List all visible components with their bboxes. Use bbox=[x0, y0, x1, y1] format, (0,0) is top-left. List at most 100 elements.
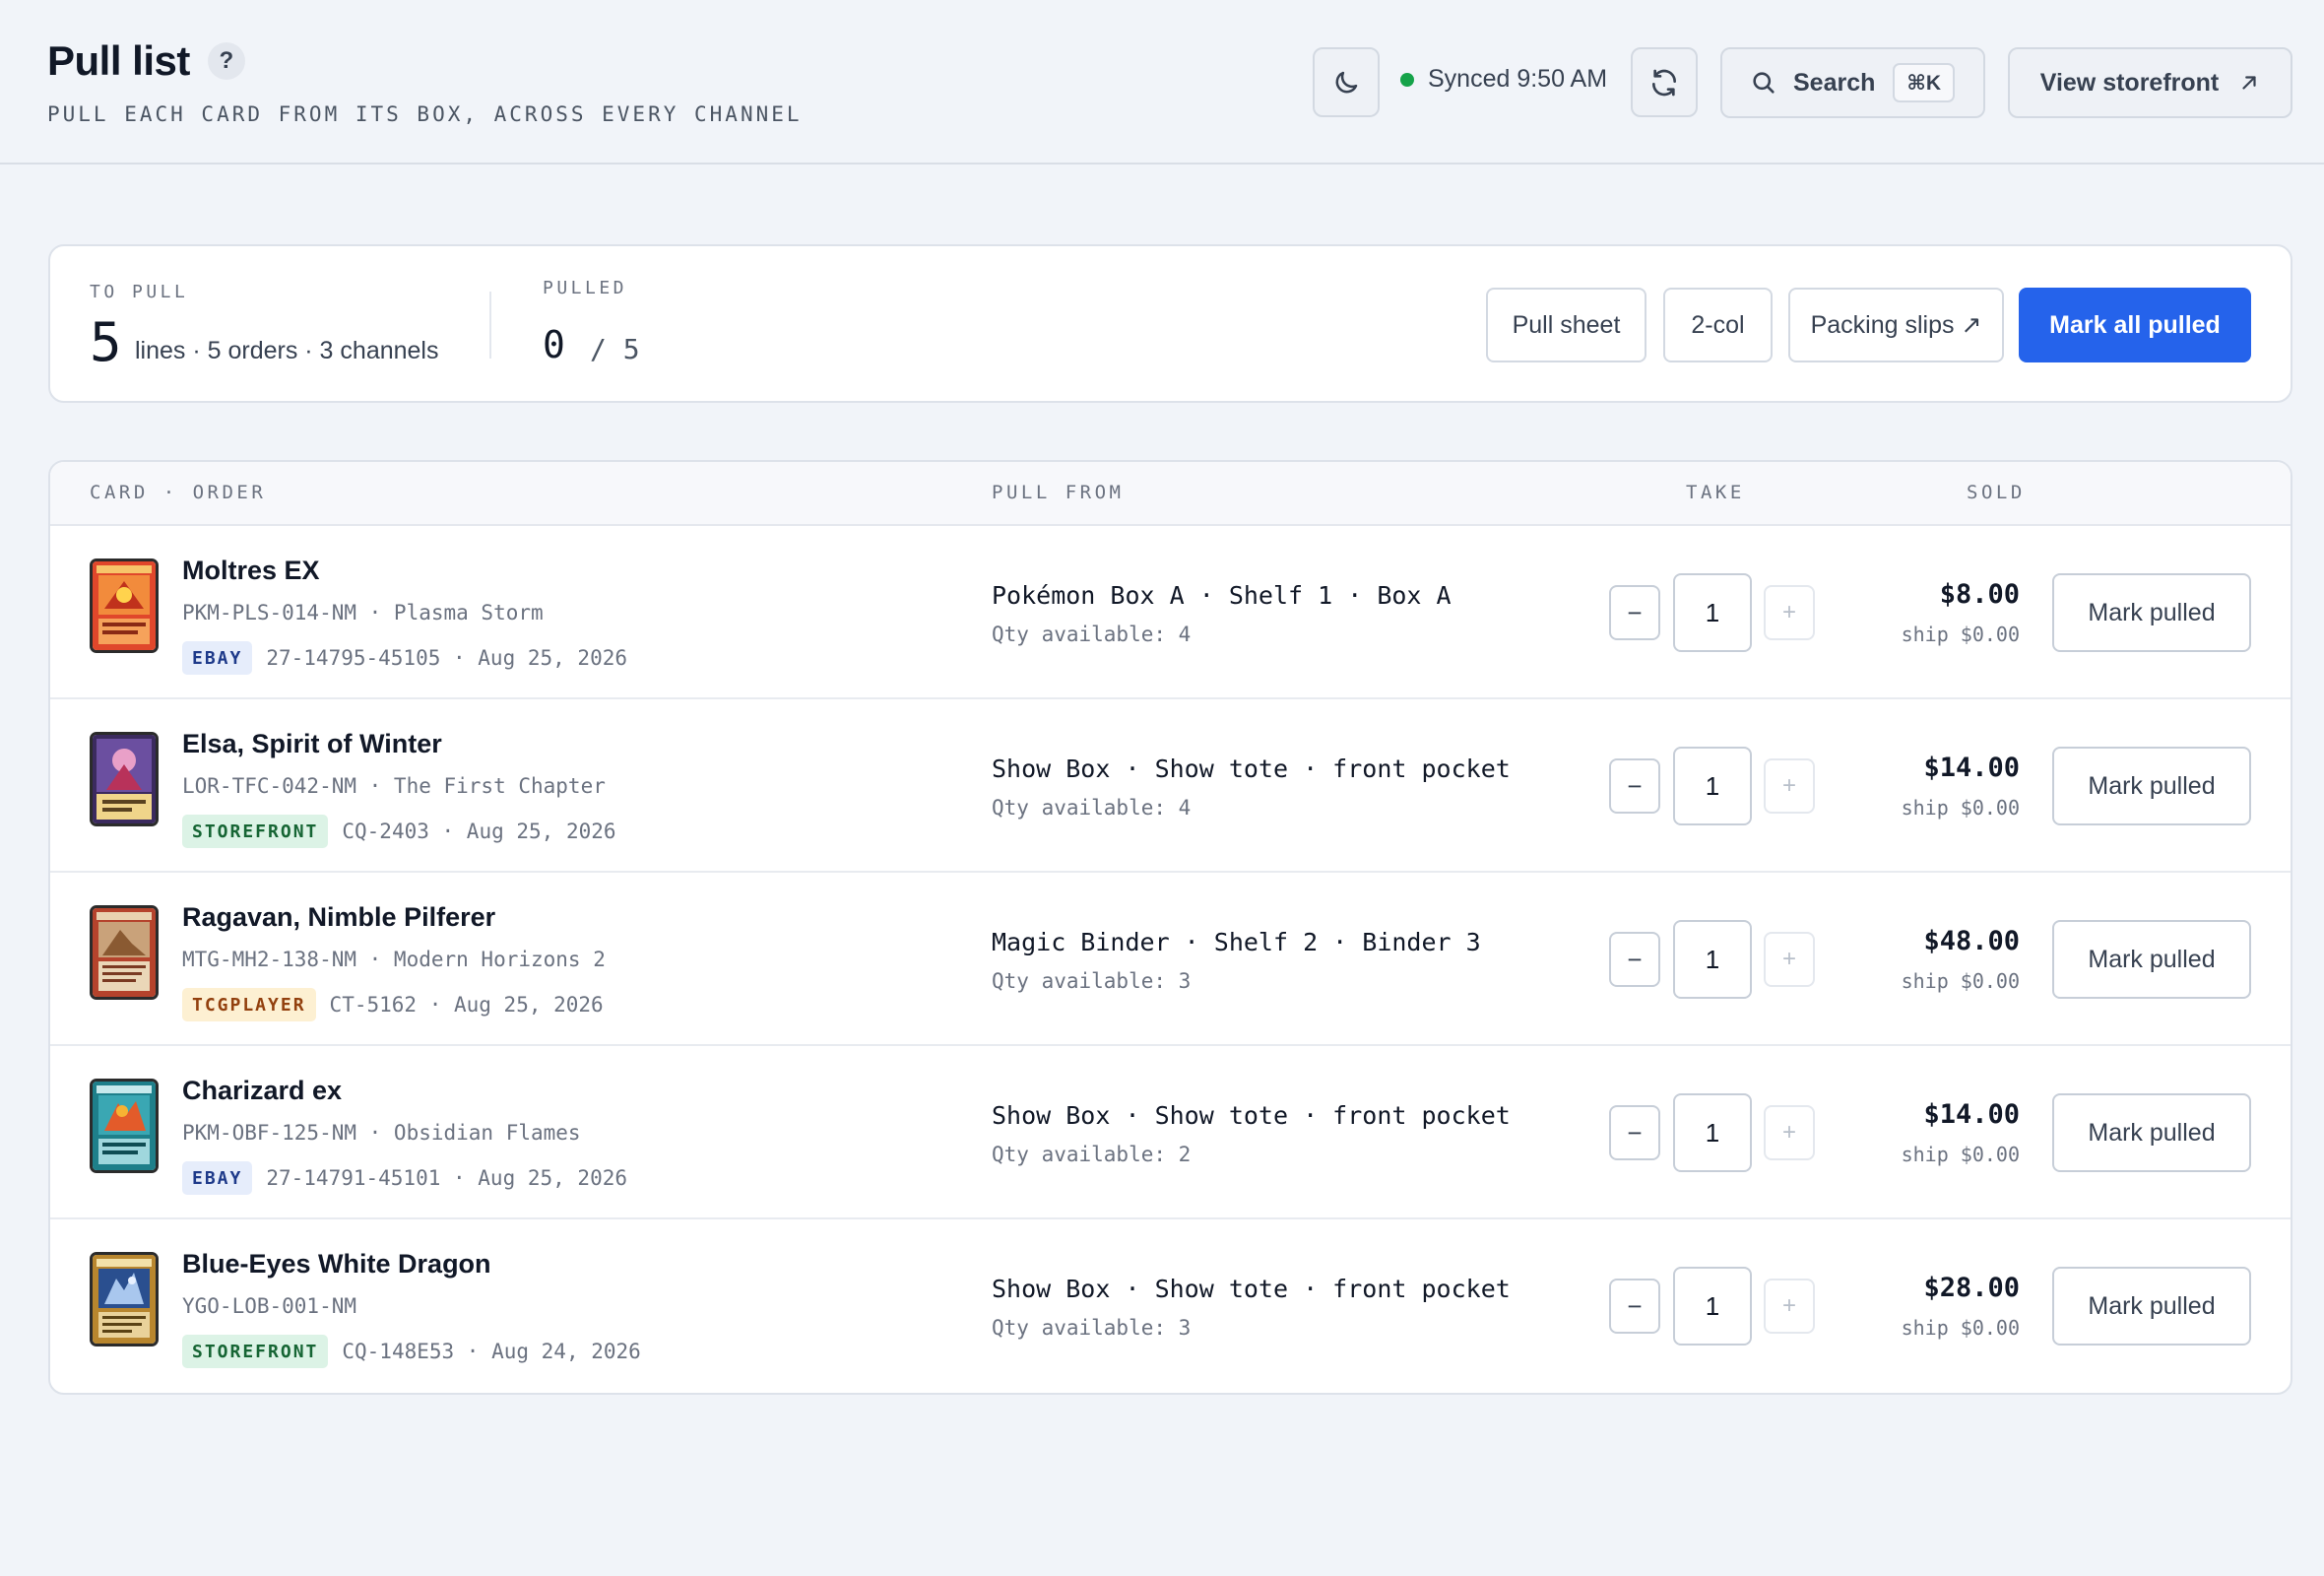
sold-price: $14.00 bbox=[1923, 1099, 2020, 1130]
table-row: Elsa, Spirit of Winter LOR-TFC-042-NM · … bbox=[50, 699, 2291, 873]
table-header: CARD · ORDER PULL FROM TAKE SOLD bbox=[50, 462, 2291, 526]
pull-summary-card: TO PULL 5 lines · 5 orders · 3 channels … bbox=[48, 244, 2292, 403]
card-thumbnail bbox=[90, 732, 159, 826]
channel-badge: EBAY bbox=[182, 1161, 253, 1195]
increment-button[interactable]: + bbox=[1764, 932, 1815, 987]
card-sku: PKM-PLS-014-NM · Plasma Storm bbox=[182, 601, 544, 624]
channel-badge: STOREFRONT bbox=[182, 815, 329, 848]
order-meta: EBAY 27-14795-45105 · Aug 25, 2026 bbox=[182, 641, 627, 675]
mark-all-pulled-button[interactable]: Mark all pulled bbox=[2019, 288, 2251, 362]
take-quantity-input[interactable]: 1 bbox=[1673, 1267, 1752, 1346]
column-header-card-order: CARD · ORDER bbox=[90, 482, 267, 503]
order-meta: TCGPLAYER CT-5162 · Aug 25, 2026 bbox=[182, 988, 604, 1021]
external-link-icon bbox=[2242, 76, 2256, 90]
column-header-pull-from: PULL FROM bbox=[992, 482, 1125, 503]
card-name[interactable]: Ragavan, Nimble Pilferer bbox=[182, 902, 495, 933]
search-button[interactable]: Search ⌘K bbox=[1720, 47, 1985, 118]
card-name[interactable]: Elsa, Spirit of Winter bbox=[182, 729, 442, 759]
refresh-icon bbox=[1652, 69, 1676, 96]
order-meta: STOREFRONT CQ-148E53 · Aug 24, 2026 bbox=[182, 1335, 641, 1368]
card-name[interactable]: Charizard ex bbox=[182, 1076, 342, 1106]
search-label: Search bbox=[1793, 68, 1876, 97]
increment-button[interactable]: + bbox=[1764, 1105, 1815, 1160]
mark-pulled-button[interactable]: Mark pulled bbox=[2052, 1267, 2251, 1346]
increment-button[interactable]: + bbox=[1764, 1279, 1815, 1334]
order-number[interactable]: CQ-148E53 · Aug 24, 2026 bbox=[342, 1340, 640, 1363]
ship-price: ship $0.00 bbox=[1901, 1143, 2020, 1166]
qty-available: Qty available: 4 bbox=[992, 796, 1192, 820]
search-icon bbox=[1753, 72, 1775, 94]
increment-button[interactable]: + bbox=[1764, 758, 1815, 814]
mark-pulled-button[interactable]: Mark pulled bbox=[2052, 920, 2251, 999]
table-row: Ragavan, Nimble Pilferer MTG-MH2-138-NM … bbox=[50, 873, 2291, 1046]
pulled-total: / 5 bbox=[590, 333, 640, 365]
pull-location: Pokémon Box A · Shelf 1 · Box A bbox=[992, 581, 1452, 610]
refresh-button[interactable] bbox=[1631, 47, 1698, 117]
page-subtitle: PULL EACH CARD FROM ITS BOX, ACROSS EVER… bbox=[47, 102, 803, 126]
mark-pulled-button[interactable]: Mark pulled bbox=[2052, 747, 2251, 825]
increment-button[interactable]: + bbox=[1764, 585, 1815, 640]
sold-price: $28.00 bbox=[1923, 1273, 2020, 1303]
card-thumbnail bbox=[90, 1252, 159, 1346]
qty-available: Qty available: 3 bbox=[992, 969, 1192, 993]
qty-available: Qty available: 2 bbox=[992, 1143, 1192, 1166]
ship-price: ship $0.00 bbox=[1901, 796, 2020, 820]
decrement-button[interactable]: − bbox=[1609, 1279, 1660, 1334]
decrement-button[interactable]: − bbox=[1609, 932, 1660, 987]
page-header: Pull list ? PULL EACH CARD FROM ITS BOX,… bbox=[0, 0, 2324, 164]
mark-pulled-button[interactable]: Mark pulled bbox=[2052, 1093, 2251, 1172]
channel-badge: TCGPLAYER bbox=[182, 988, 316, 1021]
decrement-button[interactable]: − bbox=[1609, 585, 1660, 640]
summary-divider bbox=[489, 292, 491, 359]
theme-toggle-button[interactable] bbox=[1313, 47, 1380, 117]
column-header-sold: SOLD bbox=[1967, 482, 2026, 503]
column-header-take: TAKE bbox=[1686, 482, 1745, 503]
sync-indicator bbox=[1400, 72, 1414, 87]
pull-location: Show Box · Show tote · front pocket bbox=[992, 1275, 1511, 1303]
ship-price: ship $0.00 bbox=[1901, 1316, 2020, 1340]
sync-status: Synced 9:50 AM bbox=[1400, 65, 1607, 94]
take-quantity-input[interactable]: 1 bbox=[1673, 573, 1752, 652]
table-row: Moltres EX PKM-PLS-014-NM · Plasma Storm… bbox=[50, 526, 2291, 699]
card-thumbnail bbox=[90, 905, 159, 1000]
help-button[interactable]: ? bbox=[207, 42, 245, 80]
view-storefront-label: View storefront bbox=[2039, 68, 2220, 97]
pull-location: Magic Binder · Shelf 2 · Binder 3 bbox=[992, 928, 1481, 956]
card-name[interactable]: Moltres EX bbox=[182, 556, 320, 586]
mark-pulled-button[interactable]: Mark pulled bbox=[2052, 573, 2251, 652]
card-sku: PKM-OBF-125-NM · Obsidian Flames bbox=[182, 1121, 581, 1145]
two-col-button[interactable]: 2-col bbox=[1663, 288, 1773, 362]
sold-price: $14.00 bbox=[1923, 753, 2020, 783]
qty-available: Qty available: 3 bbox=[992, 1316, 1192, 1340]
order-number[interactable]: 27-14791-45101 · Aug 25, 2026 bbox=[266, 1166, 627, 1190]
page-title: Pull list bbox=[47, 37, 190, 84]
order-number[interactable]: 27-14795-45105 · Aug 25, 2026 bbox=[266, 646, 627, 670]
pull-list-table: CARD · ORDER PULL FROM TAKE SOLD Moltres… bbox=[48, 460, 2292, 1395]
order-number[interactable]: CT-5162 · Aug 25, 2026 bbox=[330, 993, 604, 1017]
title-row: Pull list ? bbox=[47, 37, 245, 85]
channel-badge: EBAY bbox=[182, 641, 253, 675]
take-quantity-input[interactable]: 1 bbox=[1673, 747, 1752, 825]
decrement-button[interactable]: − bbox=[1609, 758, 1660, 814]
channel-badge: STOREFRONT bbox=[182, 1335, 329, 1368]
take-quantity-input[interactable]: 1 bbox=[1673, 1093, 1752, 1172]
to-pull-detail: lines · 5 orders · 3 channels bbox=[135, 337, 439, 364]
table-row: Blue-Eyes White Dragon YGO-LOB-001-NM ST… bbox=[50, 1219, 2291, 1393]
decrement-button[interactable]: − bbox=[1609, 1105, 1660, 1160]
packing-slips-button[interactable]: Packing slips ↗ bbox=[1788, 288, 2004, 362]
card-thumbnail bbox=[90, 1079, 159, 1173]
card-name[interactable]: Blue-Eyes White Dragon bbox=[182, 1249, 491, 1280]
view-storefront-button[interactable]: View storefront bbox=[2008, 47, 2292, 118]
qty-available: Qty available: 4 bbox=[992, 623, 1192, 646]
pulled-label: PULLED bbox=[543, 278, 628, 298]
take-quantity-input[interactable]: 1 bbox=[1673, 920, 1752, 999]
card-sku: LOR-TFC-042-NM · The First Chapter bbox=[182, 774, 606, 798]
order-meta: STOREFRONT CQ-2403 · Aug 25, 2026 bbox=[182, 815, 616, 848]
moon-icon bbox=[1335, 71, 1358, 93]
ship-price: ship $0.00 bbox=[1901, 969, 2020, 993]
order-meta: EBAY 27-14791-45101 · Aug 25, 2026 bbox=[182, 1161, 627, 1195]
pull-sheet-button[interactable]: Pull sheet bbox=[1486, 288, 1646, 362]
pull-location: Show Box · Show tote · front pocket bbox=[992, 755, 1511, 783]
to-pull-label: TO PULL bbox=[90, 282, 189, 302]
order-number[interactable]: CQ-2403 · Aug 25, 2026 bbox=[342, 820, 615, 843]
